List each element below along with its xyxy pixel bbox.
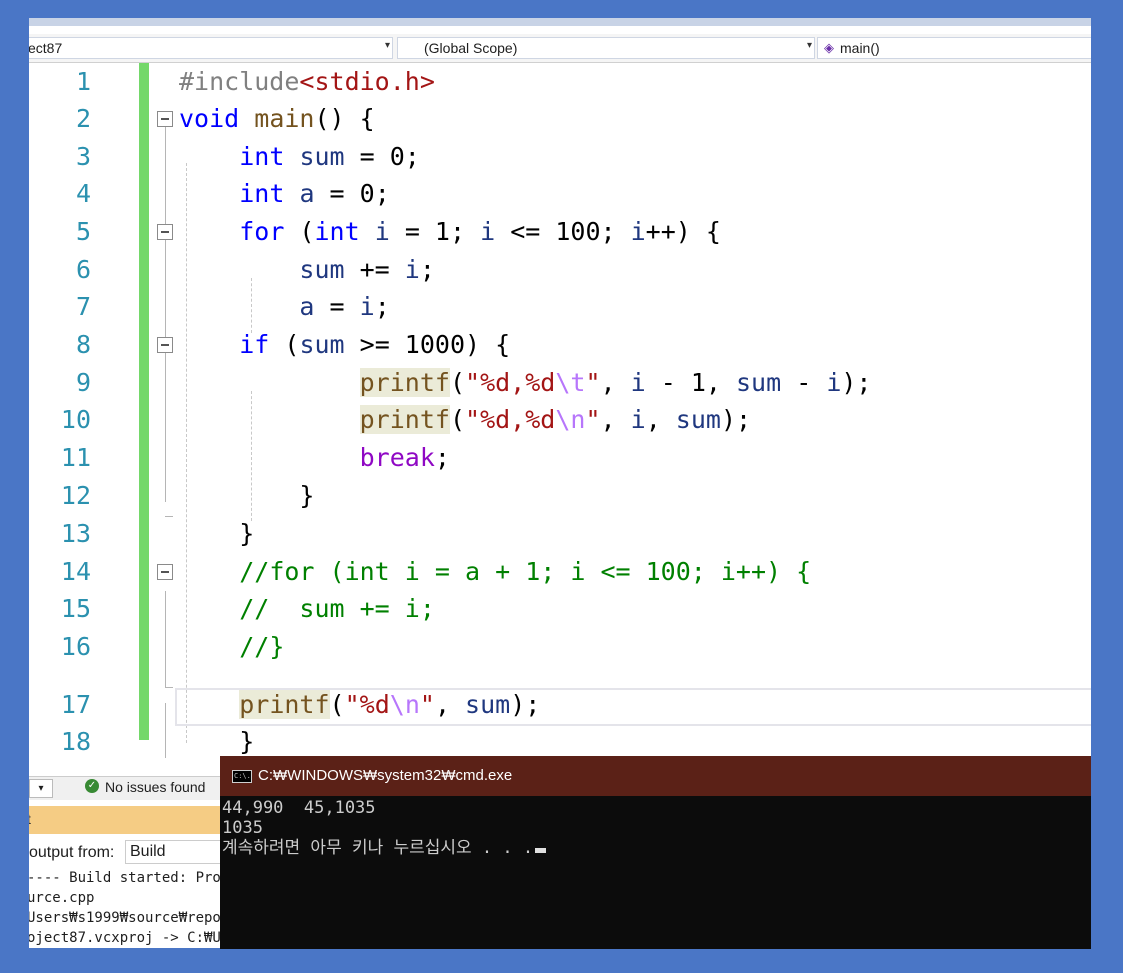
line-number: 15 bbox=[60, 594, 91, 623]
line-number: 14 bbox=[60, 557, 91, 586]
code-text: sum += i; bbox=[299, 255, 435, 284]
code-text: printf("%d,%d\t", i - 1, sum - i); bbox=[359, 368, 872, 397]
code-text: for (int i = 1; i <= 100; i++) { bbox=[239, 217, 721, 246]
code-line: 3 int sum = 0; bbox=[29, 138, 1091, 176]
line-number: 6 bbox=[75, 255, 91, 284]
code-text: //} bbox=[239, 632, 285, 661]
line-number: 8 bbox=[75, 330, 91, 359]
scope-dropdown[interactable]: (Global Scope) ▾ bbox=[397, 37, 815, 59]
output-toolbar: output from: Build bbox=[29, 840, 235, 866]
line-number: 5 bbox=[75, 217, 91, 246]
code-line: 2 void main() { bbox=[29, 100, 1091, 138]
line-number: 10 bbox=[60, 405, 91, 434]
code-text: //for (int i = a + 1; i <= 100; i++) { bbox=[239, 557, 812, 586]
method-icon: ◈ bbox=[824, 40, 834, 55]
line-number: 18 bbox=[60, 727, 91, 756]
code-line: 15 // sum += i; bbox=[29, 590, 1091, 628]
line-number: 13 bbox=[60, 519, 91, 548]
output-line: ---- Build started: Projec bbox=[29, 870, 247, 886]
issues-status[interactable]: No issues found bbox=[105, 779, 205, 795]
output-panel-header: t bbox=[29, 806, 229, 834]
code-line: 11 break; bbox=[29, 439, 1091, 477]
console-line: 1035 bbox=[222, 818, 263, 838]
output-source-select[interactable]: Build bbox=[125, 840, 235, 864]
code-line: 4 int a = 0; bbox=[29, 175, 1091, 213]
code-text: int sum = 0; bbox=[239, 142, 420, 171]
line-number: 3 bbox=[75, 142, 91, 171]
code-line: 10 printf("%d,%d\n", i, sum); bbox=[29, 401, 1091, 439]
line-number: 7 bbox=[75, 292, 91, 321]
code-text: if (sum >= 1000) { bbox=[239, 330, 511, 359]
code-line: 5 for (int i = 1; i <= 100; i++) { bbox=[29, 213, 1091, 251]
line-number: 16 bbox=[60, 632, 91, 661]
collapse-icon[interactable] bbox=[157, 224, 173, 240]
console-line: 계속하려면 아무 키나 누르십시오 . . . bbox=[222, 838, 534, 858]
scope-name: (Global Scope) bbox=[424, 40, 518, 56]
code-text: a = i; bbox=[299, 292, 390, 321]
console-line: 44,990 45,1035 bbox=[222, 798, 376, 818]
chevron-down-icon: ▾ bbox=[806, 40, 812, 51]
line-number: 4 bbox=[75, 179, 91, 208]
project-name: ect87 bbox=[29, 40, 63, 56]
title-strip bbox=[29, 18, 1091, 26]
console-icon: C:\. bbox=[232, 770, 252, 783]
code-editor[interactable]: 1 #include<stdio.h> 2 void main() { 3 in… bbox=[29, 63, 1091, 763]
console-title-bar[interactable]: C:\. C:₩WINDOWS₩system32₩cmd.exe bbox=[220, 756, 1091, 796]
code-line: 17 printf("%d\n", sum); bbox=[29, 686, 1091, 724]
output-log: ---- Build started: Projec urce.cpp Users₩… bbox=[29, 868, 247, 948]
code-text: break; bbox=[359, 443, 450, 472]
code-line: 1 #include<stdio.h> bbox=[29, 63, 1091, 101]
output-line: Users₩s1999₩source₩repos bbox=[29, 910, 230, 926]
console-window[interactable]: C:\. C:₩WINDOWS₩system32₩cmd.exe 44,990 … bbox=[220, 756, 1091, 949]
code-line: 14 //for (int i = a + 1; i <= 100; i++) … bbox=[29, 553, 1091, 591]
code-line: 16 //} bbox=[29, 628, 1091, 666]
line-number: 17 bbox=[60, 690, 91, 719]
collapse-icon[interactable] bbox=[157, 337, 173, 353]
code-text: #include<stdio.h> bbox=[179, 67, 435, 96]
output-panel-title: t bbox=[29, 811, 31, 827]
code-line: 6 sum += i; bbox=[29, 251, 1091, 289]
function-dropdown[interactable]: ◈ main() bbox=[817, 37, 1091, 59]
project-dropdown[interactable]: ect87 ▾ bbox=[29, 37, 393, 59]
code-text: printf("%d\n", sum); bbox=[239, 690, 541, 719]
output-source-label: output from: bbox=[29, 844, 115, 861]
code-text: void main() { bbox=[179, 104, 375, 133]
code-text: // sum += i; bbox=[239, 594, 435, 623]
code-text: } bbox=[179, 519, 255, 548]
collapse-icon[interactable] bbox=[157, 564, 173, 580]
console-line-prompt: 계속하려면 아무 키나 누르십시오 . . . bbox=[222, 838, 547, 858]
zoom-dropdown[interactable]: ▾ bbox=[29, 779, 53, 798]
line-number: 12 bbox=[60, 481, 91, 510]
line-number: 2 bbox=[75, 104, 91, 133]
text-cursor bbox=[535, 848, 547, 853]
console-output: 44,990 45,1035 1035 계속하려면 아무 키나 누르십시오 . . … bbox=[222, 798, 547, 858]
line-number: 1 bbox=[75, 67, 91, 96]
output-line: urce.cpp bbox=[29, 890, 95, 906]
check-icon: ✓ bbox=[85, 779, 99, 793]
editor-status-bar: ▾ ✓ No issues found bbox=[29, 776, 229, 800]
console-title: C:₩WINDOWS₩system32₩cmd.exe bbox=[258, 767, 513, 784]
function-name: main() bbox=[840, 40, 880, 56]
code-line: 9 printf("%d,%d\t", i - 1, sum - i); bbox=[29, 364, 1091, 402]
code-text: } bbox=[179, 481, 315, 510]
collapse-icon[interactable] bbox=[157, 111, 173, 127]
line-number: 11 bbox=[60, 443, 91, 472]
code-text: printf("%d,%d\n", i, sum); bbox=[359, 405, 752, 434]
chevron-down-icon: ▾ bbox=[384, 40, 390, 51]
code-line: 7 a = i; bbox=[29, 288, 1091, 326]
navigation-bar: ect87 ▾ (Global Scope) ▾ ◈ main() bbox=[29, 34, 1091, 63]
code-line: 12 } bbox=[29, 477, 1091, 515]
line-number: 9 bbox=[75, 368, 91, 397]
output-line: oject87.vcxproj -> C:₩User bbox=[29, 930, 247, 946]
code-line: 13 } bbox=[29, 515, 1091, 553]
code-text: int a = 0; bbox=[239, 179, 390, 208]
code-line: 8 if (sum >= 1000) { bbox=[29, 326, 1091, 364]
